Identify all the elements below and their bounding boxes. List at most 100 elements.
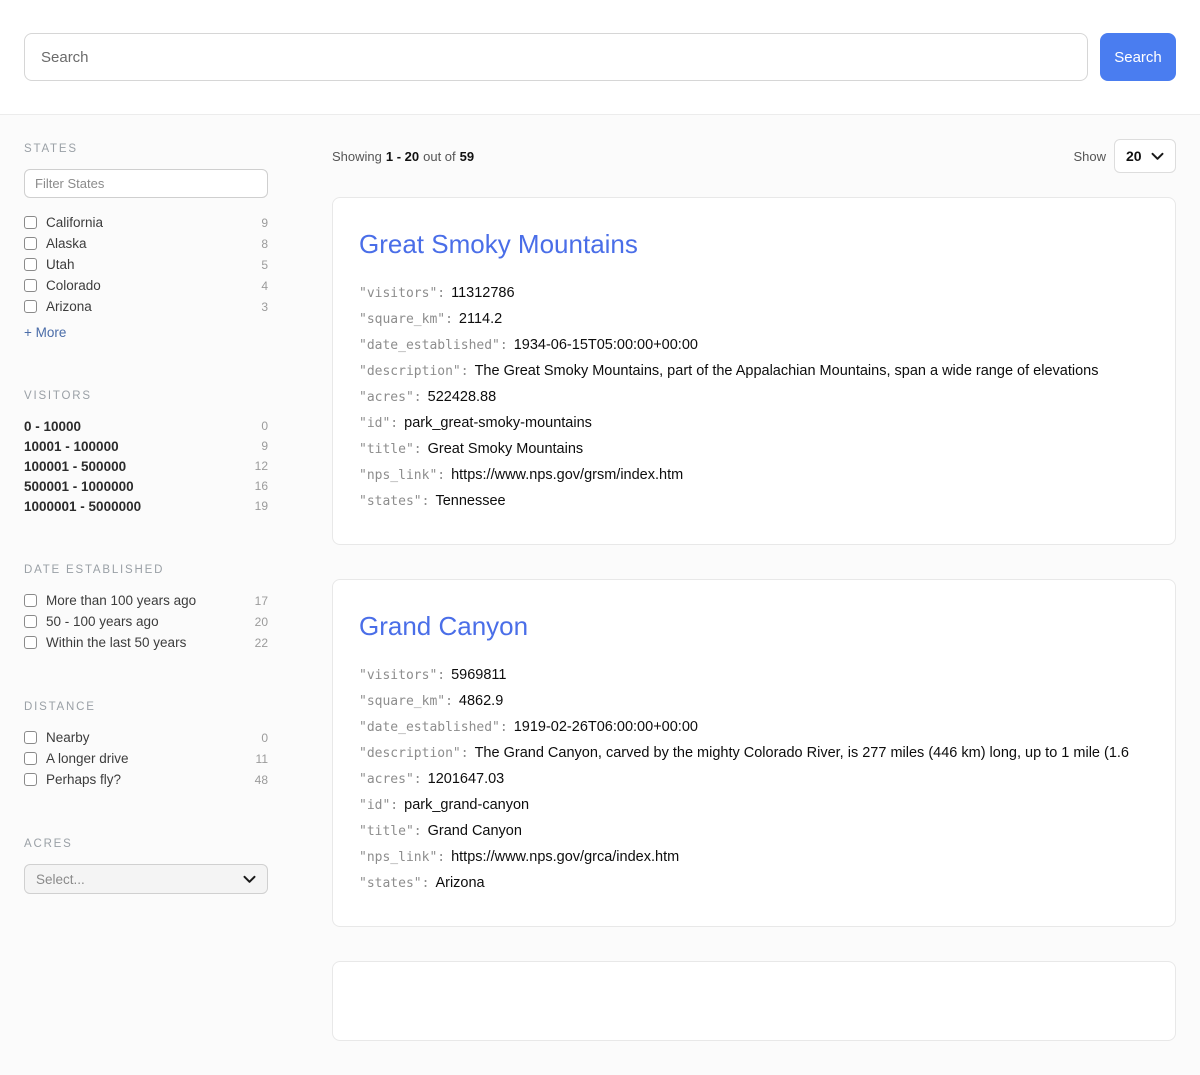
result-field: "date_established": 1919-02-26T06:00:00+0… [359, 714, 1149, 740]
field-key: "description": [359, 746, 469, 761]
per-page-label: Show [1073, 149, 1106, 164]
show-more-link[interactable]: + More [24, 325, 66, 340]
result-field: "id": park_grand-canyon [359, 792, 1149, 818]
facet-option-label: 0 - 10000 [24, 419, 81, 434]
facet-option-visitors[interactable]: 0 - 10000 0 [24, 416, 268, 436]
field-value: 1919-02-26T06:00:00+00:00 [514, 719, 698, 735]
facet-option-state[interactable]: California 9 [24, 212, 268, 233]
field-value: Arizona [435, 875, 484, 891]
facet-option-distance[interactable]: Nearby 0 [24, 727, 268, 748]
chevron-down-icon [243, 875, 256, 884]
facet-option-count: 9 [261, 216, 268, 230]
search-button[interactable]: Search [1100, 33, 1176, 81]
stats-middle: out of [423, 149, 456, 164]
field-key: "date_established": [359, 338, 508, 353]
facet-option-label: Colorado [46, 278, 101, 293]
search-input[interactable] [24, 33, 1088, 81]
facet-distance-title: DISTANCE [24, 701, 268, 713]
per-page-select[interactable]: 20 [1114, 139, 1176, 173]
field-value: 522428.88 [428, 389, 497, 405]
checkbox-icon[interactable] [24, 752, 37, 765]
facet-option-visitors[interactable]: 1000001 - 5000000 19 [24, 496, 268, 516]
facet-option-label: More than 100 years ago [46, 593, 196, 608]
result-card: Great Smoky Mountains "visitors":1131278… [332, 197, 1176, 545]
checkbox-icon[interactable] [24, 636, 37, 649]
field-value: 2114.2 [459, 311, 502, 327]
facet-option-visitors[interactable]: 500001 - 1000000 16 [24, 476, 268, 496]
result-title-link[interactable]: Great Smoky Mountains [359, 228, 1149, 260]
facet-states-title: STATES [24, 143, 268, 155]
facet-states: STATES California 9 Alaska 8 Utah 5 Colo… [24, 143, 268, 342]
facet-option-label: 10001 - 100000 [24, 439, 119, 454]
result-card-partial [332, 961, 1176, 1041]
field-key: "states": [359, 876, 429, 891]
facet-date-established: DATE ESTABLISHED More than 100 years ago… [24, 564, 268, 653]
facet-option-date[interactable]: Within the last 50 years 22 [24, 632, 268, 653]
facet-option-label: 50 - 100 years ago [46, 614, 159, 629]
per-page-value: 20 [1126, 148, 1142, 164]
result-field: "id":park_great-smoky-mountains [359, 410, 1149, 436]
facet-option-count: 0 [261, 731, 268, 745]
result-field: "visitors": 5969811 [359, 662, 1149, 688]
facet-option-visitors[interactable]: 100001 - 500000 12 [24, 456, 268, 476]
facet-option-state[interactable]: Alaska 8 [24, 233, 268, 254]
facet-date-established-title: DATE ESTABLISHED [24, 564, 268, 576]
result-field: "square_km":4862.9 [359, 688, 1149, 714]
field-value: park_grand-canyon [404, 797, 529, 813]
field-key: "description": [359, 364, 469, 379]
facet-option-count: 0 [261, 419, 268, 433]
facet-option-label: 100001 - 500000 [24, 459, 126, 474]
field-key: "id": [359, 798, 398, 813]
result-title-link[interactable]: Grand Canyon [359, 610, 1149, 642]
checkbox-icon[interactable] [24, 300, 37, 313]
checkbox-icon[interactable] [24, 773, 37, 786]
facet-option-label: Perhaps fly? [46, 772, 121, 787]
checkbox-icon[interactable] [24, 594, 37, 607]
facet-option-count: 9 [261, 439, 268, 453]
facet-option-visitors[interactable]: 10001 - 100000 9 [24, 436, 268, 456]
facet-option-date[interactable]: More than 100 years ago 17 [24, 590, 268, 611]
result-field: "description": The Grand Canyon, carved b… [359, 740, 1149, 766]
facet-option-label: Utah [46, 257, 75, 272]
facet-option-count: 20 [255, 615, 268, 629]
result-field: "visitors":11312786 [359, 280, 1149, 306]
checkbox-icon[interactable] [24, 279, 37, 292]
checkbox-icon[interactable] [24, 615, 37, 628]
result-field: "description":The Great Smoky Mountains,… [359, 358, 1149, 384]
field-value: 5969811 [451, 667, 506, 683]
facet-option-state[interactable]: Colorado 4 [24, 275, 268, 296]
facet-option-label: California [46, 215, 103, 230]
checkbox-icon[interactable] [24, 731, 37, 744]
facet-option-count: 16 [255, 479, 268, 493]
field-key: "title": [359, 824, 422, 839]
facet-option-label: 500001 - 1000000 [24, 479, 134, 494]
results-stats: Showing 1 - 20 out of 59 [332, 149, 474, 164]
facet-option-distance[interactable]: Perhaps fly? 48 [24, 769, 268, 790]
field-value: Tennessee [435, 493, 505, 509]
field-key: "square_km": [359, 312, 453, 327]
facet-option-date[interactable]: 50 - 100 years ago 20 [24, 611, 268, 632]
acres-select[interactable]: Select... [24, 864, 268, 894]
field-key: "acres": [359, 390, 422, 405]
facet-visitors-title: VISITORS [24, 390, 268, 402]
field-key: "date_established": [359, 720, 508, 735]
facet-acres-title: ACRES [24, 838, 268, 850]
field-value: 4862.9 [459, 693, 503, 709]
chevron-down-icon [1151, 148, 1164, 164]
field-key: "visitors": [359, 668, 445, 683]
stats-prefix: Showing [332, 149, 382, 164]
field-key: "acres": [359, 772, 422, 787]
filter-states-input[interactable] [24, 169, 268, 198]
facet-option-state[interactable]: Utah 5 [24, 254, 268, 275]
checkbox-icon[interactable] [24, 258, 37, 271]
facet-option-state[interactable]: Arizona 3 [24, 296, 268, 317]
facet-option-distance[interactable]: A longer drive 11 [24, 748, 268, 769]
field-value: Great Smoky Mountains [428, 441, 584, 457]
field-value: 1934-06-15T05:00:00+00:00 [514, 337, 698, 353]
facet-option-label: Alaska [46, 236, 87, 251]
result-field: "title":Great Smoky Mountains [359, 436, 1149, 462]
field-value: The Grand Canyon, carved by the mighty C… [475, 745, 1129, 761]
checkbox-icon[interactable] [24, 216, 37, 229]
checkbox-icon[interactable] [24, 237, 37, 250]
facet-option-count: 22 [255, 636, 268, 650]
